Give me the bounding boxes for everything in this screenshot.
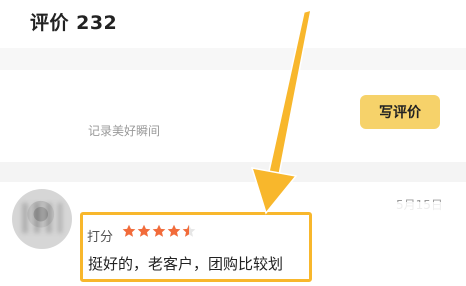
star-icon <box>152 224 166 238</box>
review-prompt-text[interactable]: 记录美好瞬间 <box>88 122 160 139</box>
star-icon <box>182 224 196 238</box>
star-icon <box>137 224 151 238</box>
review-content: 挺好的，老客户，团购比较划 <box>88 255 284 273</box>
section-divider-2 <box>0 162 466 182</box>
page-title: 评价 232 <box>30 12 118 34</box>
page-header: 评价 232 <box>0 0 466 48</box>
write-review-card: 记录美好瞬间 写评价 <box>8 70 466 162</box>
section-divider <box>0 48 466 70</box>
star-icon <box>167 224 181 238</box>
watermark-overlay <box>320 202 466 286</box>
write-review-button[interactable]: 写评价 <box>360 95 440 129</box>
avatar[interactable] <box>12 189 72 249</box>
star-icon <box>122 224 136 238</box>
rating-stars <box>122 224 196 242</box>
score-label: 打分 <box>87 230 114 245</box>
